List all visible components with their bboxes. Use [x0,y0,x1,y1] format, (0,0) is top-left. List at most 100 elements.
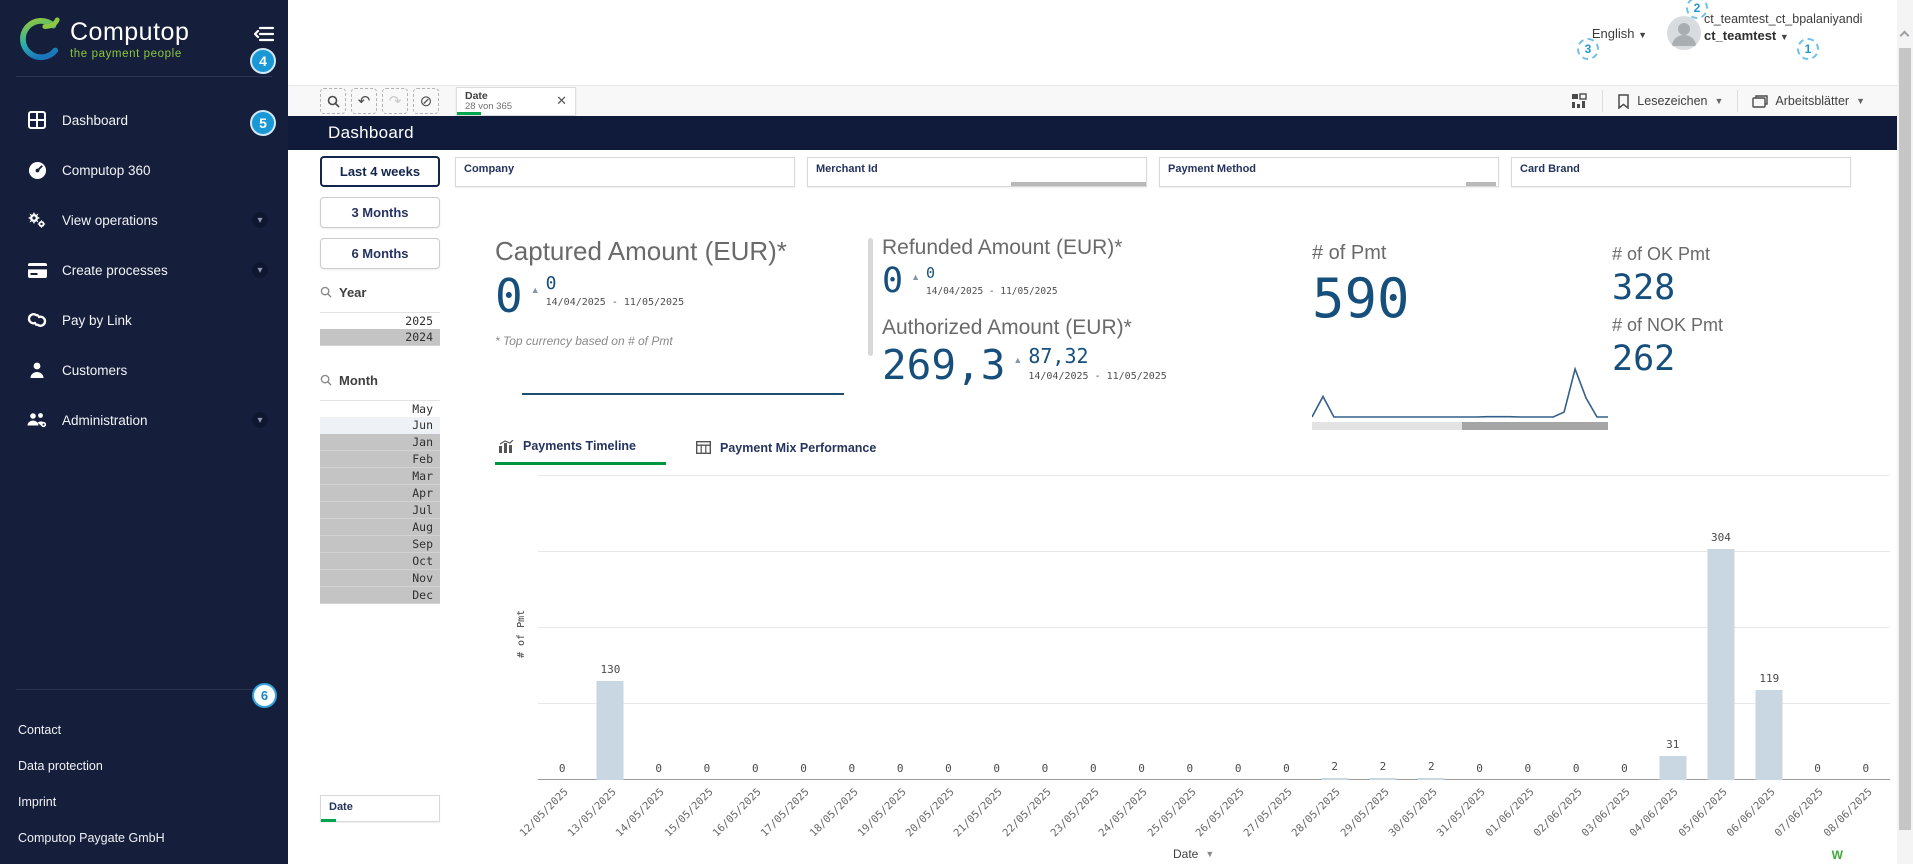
table-icon [696,441,712,454]
month-item-jan[interactable]: Jan [320,434,440,451]
month-item-aug[interactable]: Aug [320,519,440,536]
chart-bar[interactable] [1755,689,1783,780]
bookmarks-menu[interactable]: Lesezeichen ▼ [1617,93,1723,109]
chart-bar-column-22/05/2025: 0 22/05/2025 [1000,476,1069,839]
search-icon[interactable] [320,374,332,386]
chart-bar[interactable] [596,681,624,780]
sidebar-item-label: Administration [62,412,148,428]
field-scrollbar[interactable] [1466,182,1496,186]
toolbar-divider [1602,90,1604,112]
avatar[interactable] [1667,16,1701,50]
sidebar-item-administration[interactable]: Administration ▾ [0,395,288,445]
page-scrollbar[interactable] [1897,0,1913,864]
month-item-jul[interactable]: Jul [320,502,440,519]
chart-bar-column-15/05/2025: 0 15/05/2025 [662,476,731,839]
chart-x-tick-label: 01/06/2025 [1483,786,1537,840]
filter-field-payment-method[interactable]: Payment Method [1159,157,1499,187]
chart-bar[interactable] [1369,778,1397,780]
kpi-range: 14/04/2025 - 11/05/2025 [1028,371,1167,382]
card-icon [26,259,48,281]
selections-clear-icon[interactable]: ⊘ [413,88,439,114]
chart-bar-column-01/06/2025: 0 01/06/2025 [1483,476,1552,839]
sidebar-item-pay-by-link[interactable]: Pay by Link [0,295,288,345]
scrollbar-thumb[interactable] [1462,422,1608,430]
chart-bar-value: 31 [1666,738,1680,752]
chevron-down-icon[interactable]: ▾ [252,262,268,278]
sidebar-nav: Dashboard Computop 360 View operations ▾ [0,95,288,445]
tab-payments-timeline[interactable]: Payments Timeline [495,435,667,465]
month-item-dec[interactable]: Dec [320,587,440,604]
bookmarks-label: Lesezeichen [1637,94,1708,108]
scrollbar-thumb[interactable] [1899,48,1911,830]
footer-link-imprint[interactable]: Imprint [0,784,288,820]
month-item-jun[interactable]: Jun [320,417,440,434]
field-scrollbar[interactable] [1011,182,1146,186]
sidebar-item-dashboard[interactable]: Dashboard [0,95,288,145]
selections-search-icon[interactable] [320,88,346,114]
chevron-down-icon[interactable]: ▾ [252,212,268,228]
month-listbox: Month May Jun Jan Feb Mar Apr Jul Aug Sep Oct Nov D… [320,368,440,604]
chart-bar[interactable] [1417,778,1445,780]
sidebar-item-customers[interactable]: Customers [0,345,288,395]
chart-bar-column-18/05/2025: 0 18/05/2025 [807,476,876,839]
chart-bar-value: 119 [1759,671,1780,685]
kpi-scrollbar[interactable] [868,238,873,356]
captured-trend-line [522,393,844,395]
chart-bar[interactable] [1659,756,1687,780]
year-item-2024[interactable]: 2024 [320,329,440,346]
year-item-2025[interactable]: 2025 [320,312,440,329]
filter-field-company[interactable]: Company [455,157,795,187]
month-item-mar[interactable]: Mar [320,468,440,485]
chart-bar-column-13/05/2025: 130 13/05/2025 [566,476,634,839]
quick-filter-last-4-weeks[interactable]: Last 4 weeks [320,156,440,187]
chart-bar-column-31/05/2025: 0 31/05/2025 [1435,476,1503,839]
chevron-down-icon: ▼ [1779,32,1789,42]
month-item-feb[interactable]: Feb [320,451,440,468]
quick-filter-6-months[interactable]: 6 Months [320,238,440,269]
chevron-down-icon[interactable]: ▾ [252,412,268,428]
selections-forward-icon[interactable]: ↷ [382,88,408,114]
logo: Computop the payment people [0,0,288,76]
chart-bar[interactable] [1707,548,1735,780]
month-item-may[interactable]: May [320,400,440,417]
people-gear-icon [26,409,48,431]
month-item-nov[interactable]: Nov [320,570,440,587]
sheets-menu[interactable]: Arbeitsblätter ▼ [1752,94,1865,108]
chart-bar-value: 0 [1041,762,1049,775]
kpi-value: 0 [495,269,523,323]
month-item-apr[interactable]: Apr [320,485,440,502]
sidebar-item-computop-360[interactable]: Computop 360 [0,145,288,195]
insights-icon[interactable] [1571,93,1588,109]
user-menu[interactable]: ct_teamtest_ct_bpalaniyandi ct_teamtest … [1704,12,1889,43]
chart-bar[interactable] [1321,778,1349,780]
filter-field-merchant-id[interactable]: Merchant Id [807,157,1147,187]
month-item-oct[interactable]: Oct [320,553,440,570]
chart-x-axis-dimension-control[interactable]: Date ▼ [1173,847,1214,861]
sidebar-collapse-icon[interactable] [254,26,274,42]
footer-link-contact[interactable]: Contact [0,712,288,748]
month-item-sep[interactable]: Sep [320,536,440,553]
date-selection-bar [321,819,336,822]
language-selector[interactable]: English ▼ [1592,26,1647,41]
tab-payment-mix-performance[interactable]: Payment Mix Performance [692,435,906,465]
kpi-value: 590 [1312,267,1410,330]
date-filter-chip[interactable]: Date 28 von 365 ✕ [456,86,576,116]
sidebar-item-create-processes[interactable]: Create processes ▾ [0,245,288,295]
footer-link-data-protection[interactable]: Data protection [0,748,288,784]
search-icon[interactable] [320,286,332,298]
chart-x-tick-label: 04/06/2025 [1628,786,1682,840]
chart-bar-value: 0 [945,762,952,775]
sparkline-scrollbar[interactable] [1312,422,1608,430]
sidebar-item-view-operations[interactable]: View operations ▾ [0,195,288,245]
footer-link-company[interactable]: Computop Paygate GmbH [0,820,288,856]
chart-bar-column-14/05/2025: 0 14/05/2025 [614,476,683,839]
close-icon[interactable]: ✕ [556,93,575,109]
chart-bar-column-21/05/2025: 0 21/05/2025 [952,476,1021,839]
filter-field-card-brand[interactable]: Card Brand [1511,157,1851,187]
kpi-refunded-amount: Refunded Amount (EUR)* 0 ▲ 0 14/04/2025 … [882,236,1282,299]
date-filter-box[interactable]: Date [320,795,440,822]
chart-x-tick-label: 06/06/2025 [1724,786,1778,840]
scroll-up-icon[interactable] [1899,30,1910,41]
selections-back-icon[interactable]: ↶ [351,88,377,114]
quick-filter-3-months[interactable]: 3 Months [320,197,440,228]
